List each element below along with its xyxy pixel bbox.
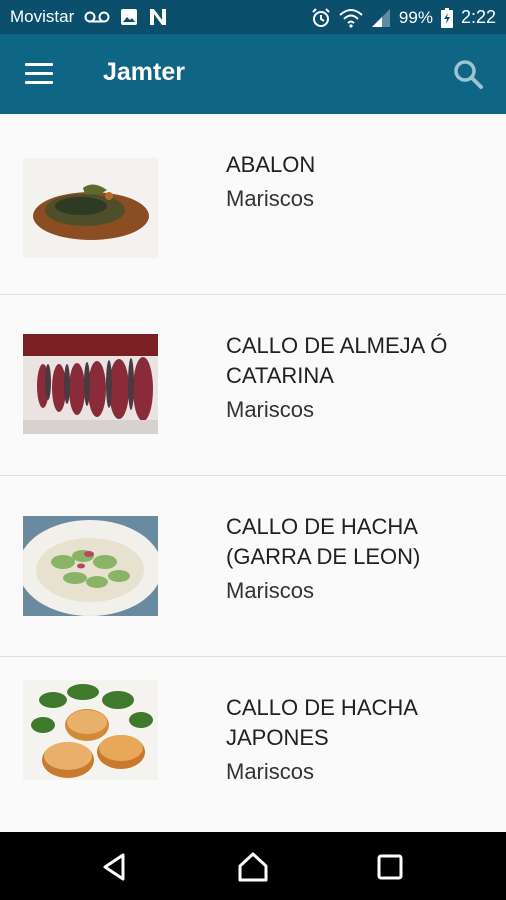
- carrier-label: Movistar: [10, 7, 75, 26]
- app-title: Jamter: [103, 58, 185, 86]
- item-thumbnail: [23, 158, 158, 258]
- search-icon[interactable]: [452, 58, 484, 90]
- list-item[interactable]: ABALON Mariscos: [0, 114, 506, 295]
- system-nav-bar: [0, 832, 506, 900]
- app-toolbar: Jamter: [0, 34, 506, 114]
- list-item[interactable]: CALLO DE HACHA JAPONES Mariscos: [0, 657, 506, 832]
- back-icon[interactable]: [97, 850, 131, 884]
- item-category: Mariscos: [226, 759, 315, 784]
- item-text: CALLO DE ALMEJA Ó CATARINA Mariscos: [226, 331, 486, 425]
- clock: 2:22: [460, 7, 496, 27]
- item-thumbnail: [23, 680, 158, 780]
- item-name: CALLO DE ALMEJA Ó CATARINA: [226, 333, 448, 388]
- item-name: CALLO DE HACHA (GARRA DE LEON): [226, 514, 421, 569]
- item-category: Mariscos: [226, 578, 315, 603]
- item-text: ABALON Mariscos: [226, 150, 486, 214]
- item-thumbnail: [23, 516, 158, 616]
- item-name: CALLO DE HACHA JAPONES: [226, 695, 417, 750]
- n-icon: [150, 9, 167, 25]
- wifi-icon: [339, 8, 363, 28]
- voicemail-icon: [84, 11, 110, 23]
- item-category: Mariscos: [226, 397, 315, 422]
- status-right: 99% 2:22: [311, 7, 496, 28]
- alarm-icon: [312, 7, 330, 27]
- item-thumbnail: [23, 334, 158, 434]
- list-item[interactable]: CALLO DE HACHA (GARRA DE LEON) Mariscos: [0, 476, 506, 657]
- item-name: ABALON: [226, 152, 316, 177]
- signal-icon: [371, 8, 390, 27]
- status-bar: Movistar 99% 2:22: [0, 0, 506, 34]
- list-item[interactable]: CALLO DE ALMEJA Ó CATARINA Mariscos: [0, 295, 506, 476]
- status-left: Movistar: [10, 7, 168, 27]
- image-icon: [121, 9, 138, 25]
- home-icon[interactable]: [236, 850, 270, 884]
- battery-icon: [440, 7, 453, 28]
- menu-icon[interactable]: [25, 63, 53, 85]
- item-text: CALLO DE HACHA (GARRA DE LEON) Mariscos: [226, 512, 486, 606]
- battery-percent: 99%: [398, 7, 433, 27]
- recents-icon[interactable]: [373, 850, 407, 884]
- item-text: CALLO DE HACHA JAPONES Mariscos: [226, 693, 486, 787]
- item-category: Mariscos: [226, 186, 315, 211]
- item-list: ABALON Mariscos CALLO DE ALMEJA Ó CATARI…: [0, 114, 506, 832]
